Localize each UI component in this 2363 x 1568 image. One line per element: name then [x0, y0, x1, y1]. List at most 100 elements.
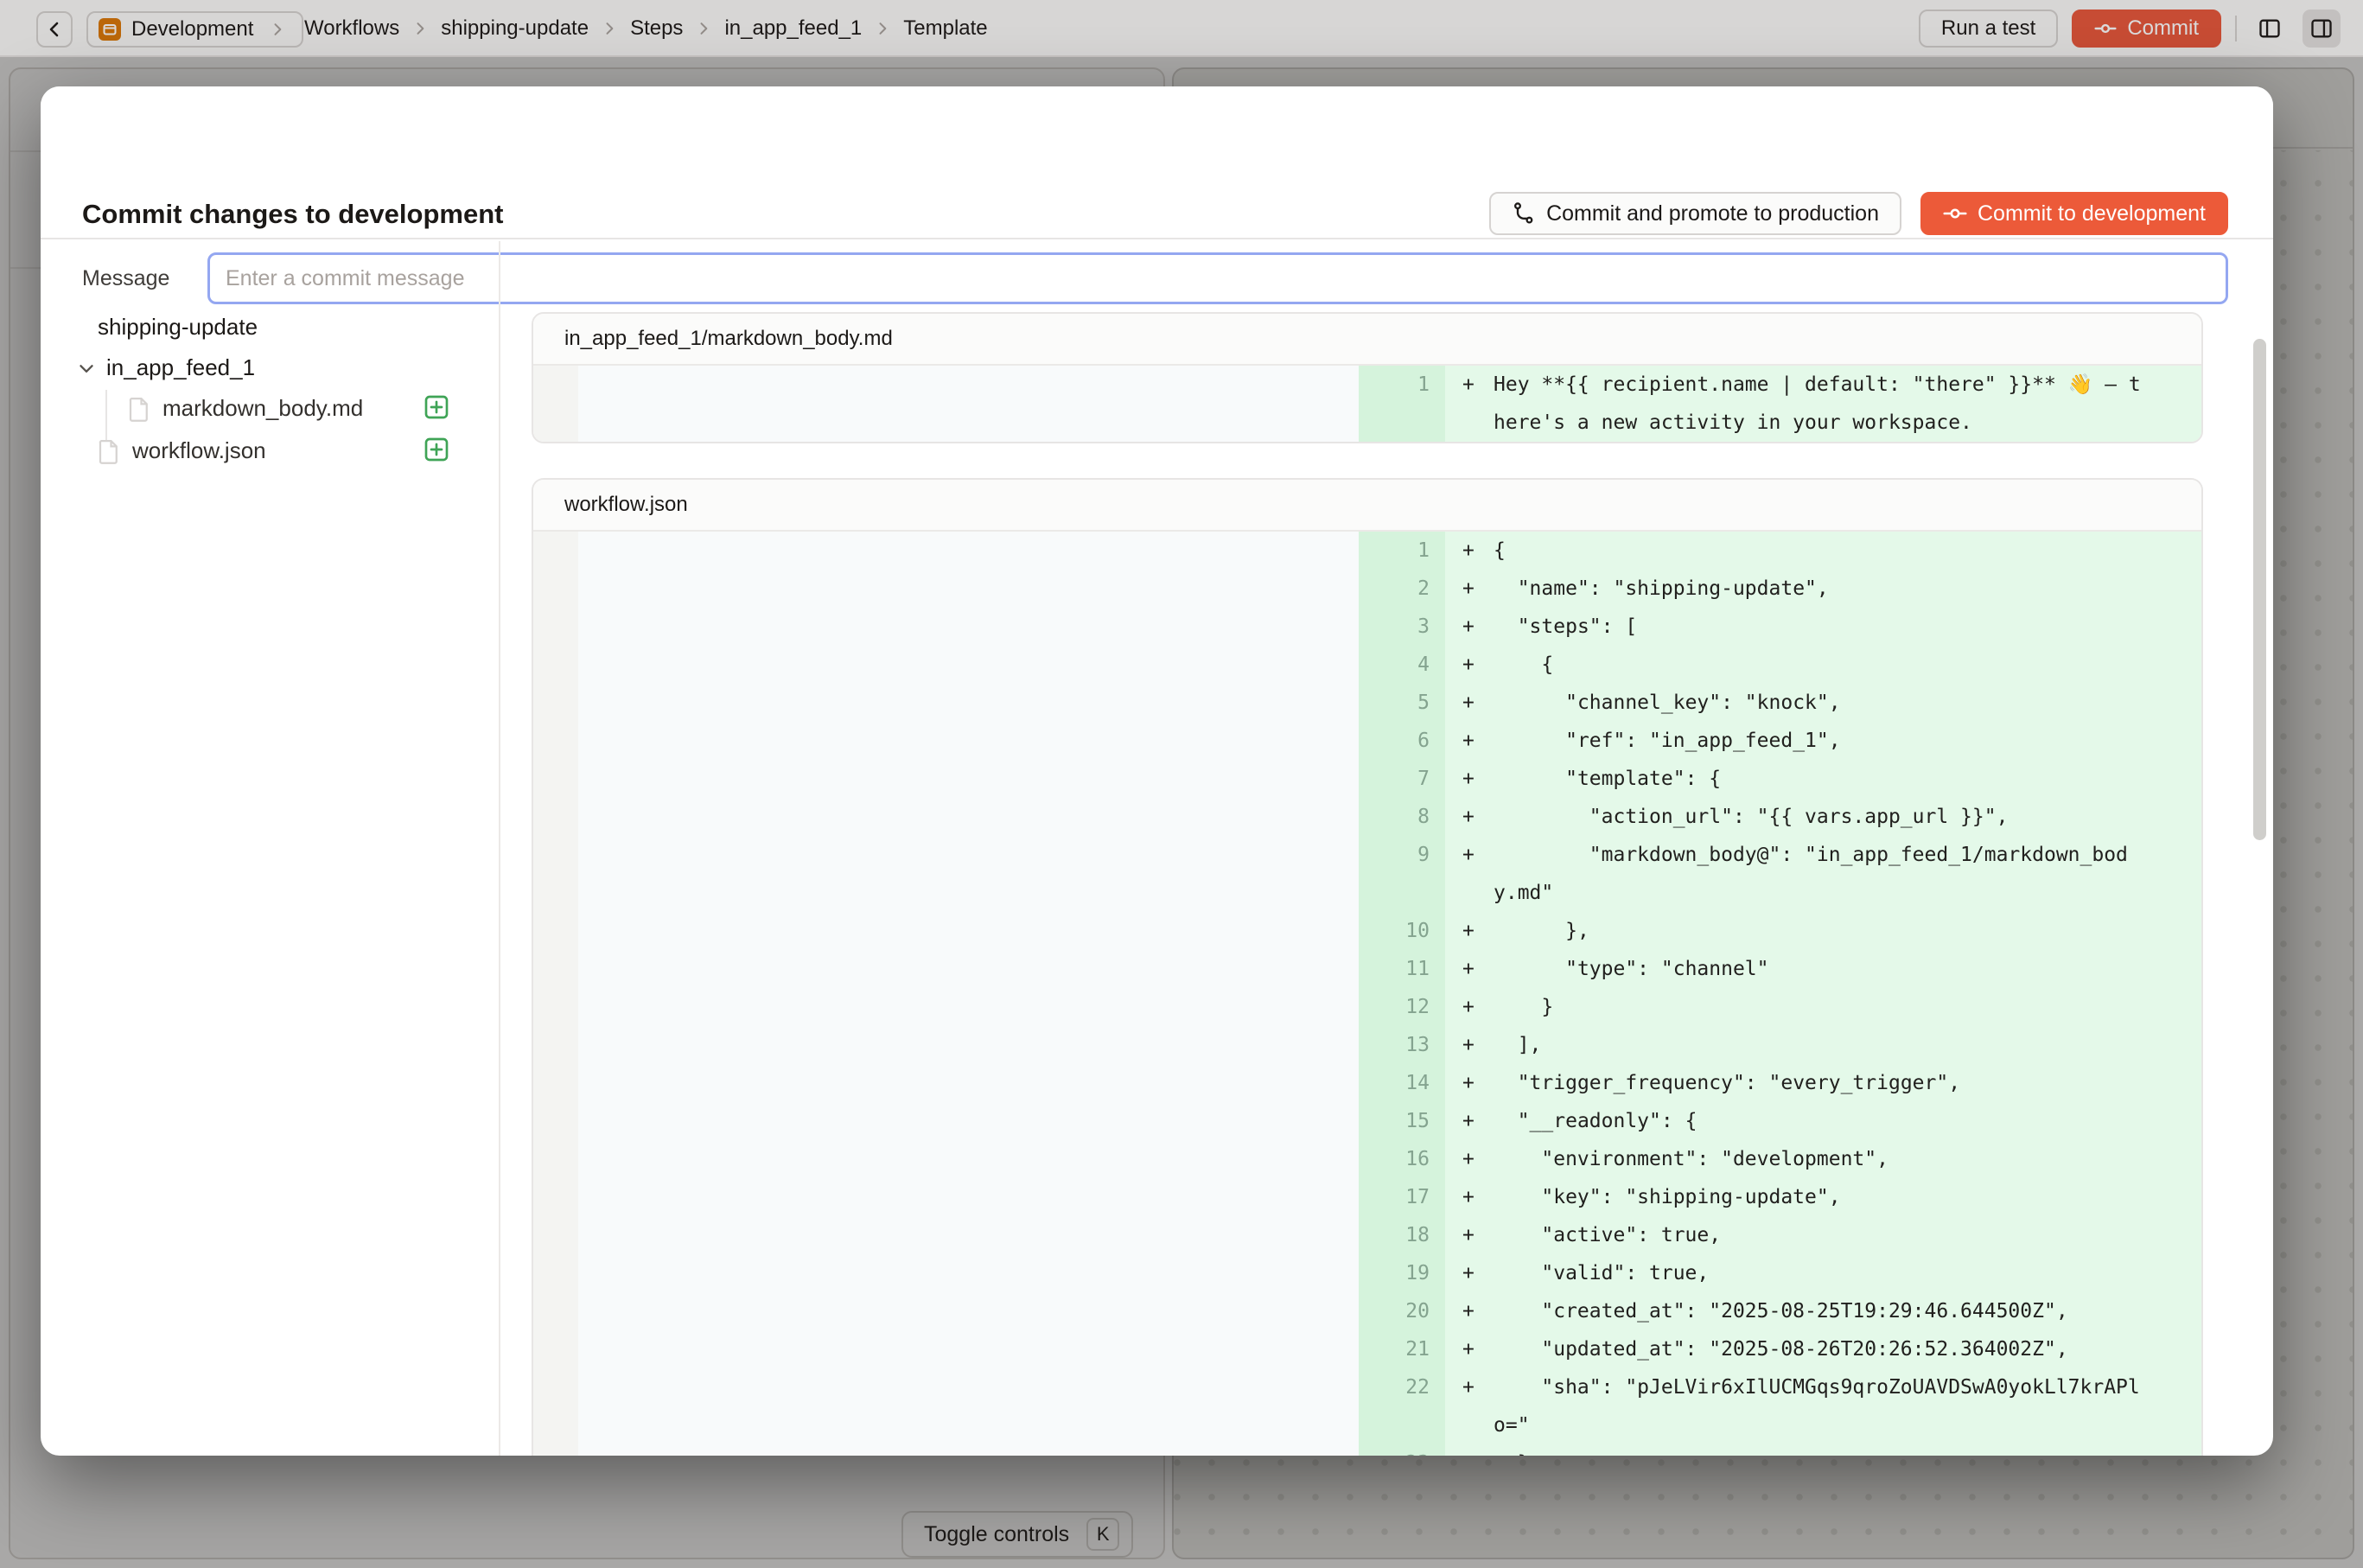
added-line: + {	[1445, 646, 2201, 684]
old-line-gutter	[533, 1368, 578, 1444]
old-line-gutter	[533, 1254, 578, 1292]
code-text: {	[1494, 646, 2150, 684]
added-line: +{	[1445, 532, 2201, 570]
old-line-gutter	[533, 836, 578, 912]
code-text: },	[1494, 912, 2150, 950]
code-text: "environment": "development",	[1494, 1140, 2150, 1178]
tree-item-step-folder[interactable]: in_app_feed_1	[75, 354, 255, 381]
diff-add-marker: +	[1445, 722, 1494, 760]
old-line-body	[578, 722, 1359, 760]
old-line-body	[578, 950, 1359, 988]
line-number: 20	[1359, 1292, 1445, 1330]
diff-line: 7+ "template": {	[533, 760, 2201, 798]
tree-item-workflow-json[interactable]: workflow.json	[98, 437, 266, 464]
tree-item-workflow-root[interactable]: shipping-update	[98, 314, 258, 341]
commit-and-promote-button[interactable]: Commit and promote to production	[1489, 192, 1901, 235]
old-line-body	[578, 608, 1359, 646]
vertical-scrollbar[interactable]	[2253, 339, 2266, 840]
line-number: 1	[1359, 366, 1445, 442]
old-line-gutter	[533, 988, 578, 1026]
added-file-icon	[423, 436, 450, 463]
old-line-body	[578, 684, 1359, 722]
line-number: 14	[1359, 1064, 1445, 1102]
code-text: "valid": true,	[1494, 1254, 2150, 1292]
old-line-body	[578, 532, 1359, 570]
diff-add-marker: +	[1445, 950, 1494, 988]
code-text: "created_at": "2025-08-25T19:29:46.64450…	[1494, 1292, 2150, 1330]
added-line: + }	[1445, 1444, 2201, 1456]
old-line-gutter	[533, 1216, 578, 1254]
old-line-body	[578, 1254, 1359, 1292]
old-line-gutter	[533, 798, 578, 836]
code-text: "markdown_body@": "in_app_feed_1/markdow…	[1494, 836, 2150, 912]
diff-add-marker: +	[1445, 532, 1494, 570]
added-line: + "markdown_body@": "in_app_feed_1/markd…	[1445, 836, 2201, 912]
diff-line: 4+ {	[533, 646, 2201, 684]
diff-file-header: workflow.json	[533, 480, 2201, 532]
diff-add-marker: +	[1445, 836, 1494, 912]
line-number: 1	[1359, 532, 1445, 570]
chevron-down-icon[interactable]	[75, 357, 98, 379]
old-line-body	[578, 1216, 1359, 1254]
diff-line: 6+ "ref": "in_app_feed_1",	[533, 722, 2201, 760]
diff-line: 19+ "valid": true,	[533, 1254, 2201, 1292]
diff-line: 13+ ],	[533, 1026, 2201, 1064]
code-text: "__readonly": {	[1494, 1102, 2150, 1140]
code-text: "action_url": "{{ vars.app_url }}",	[1494, 798, 2150, 836]
old-line-gutter	[533, 950, 578, 988]
code-text: "type": "channel"	[1494, 950, 2150, 988]
old-line-gutter	[533, 1444, 578, 1456]
tree-item-markdown-body[interactable]: markdown_body.md	[128, 395, 363, 422]
code-text: "trigger_frequency": "every_trigger",	[1494, 1064, 2150, 1102]
line-number: 9	[1359, 836, 1445, 912]
commit-icon	[1943, 201, 1967, 226]
overlay-dim-topbar	[0, 0, 2363, 57]
line-number: 10	[1359, 912, 1445, 950]
old-line-body	[578, 836, 1359, 912]
diff-line: 9+ "markdown_body@": "in_app_feed_1/mark…	[533, 836, 2201, 912]
diff-line: 17+ "key": "shipping-update",	[533, 1178, 2201, 1216]
diff-line: 23+ }	[533, 1444, 2201, 1456]
diff-line: 12+ }	[533, 988, 2201, 1026]
diff-add-marker: +	[1445, 1368, 1494, 1444]
diff-add-marker: +	[1445, 1064, 1494, 1102]
line-number: 13	[1359, 1026, 1445, 1064]
old-line-body	[578, 570, 1359, 608]
line-number: 15	[1359, 1102, 1445, 1140]
diff-add-marker: +	[1445, 608, 1494, 646]
old-line-body	[578, 988, 1359, 1026]
added-line: + "template": {	[1445, 760, 2201, 798]
diff-add-marker: +	[1445, 988, 1494, 1026]
old-line-body	[578, 912, 1359, 950]
code-text: "template": {	[1494, 760, 2150, 798]
old-line-body	[578, 1368, 1359, 1444]
old-line-body	[578, 1178, 1359, 1216]
old-line-body	[578, 798, 1359, 836]
old-line-body	[578, 1064, 1359, 1102]
code-text: "channel_key": "knock",	[1494, 684, 2150, 722]
commit-to-development-button[interactable]: Commit to development	[1920, 192, 2228, 235]
commit-modal: Commit changes to development Commit and…	[41, 86, 2273, 1456]
old-line-body	[578, 760, 1359, 798]
code-text: ],	[1494, 1026, 2150, 1064]
line-number: 17	[1359, 1178, 1445, 1216]
line-number: 18	[1359, 1216, 1445, 1254]
diff-line: 20+ "created_at": "2025-08-25T19:29:46.6…	[533, 1292, 2201, 1330]
diff-add-marker: +	[1445, 1216, 1494, 1254]
added-line: + }	[1445, 988, 2201, 1026]
old-line-gutter	[533, 366, 578, 442]
code-text: }	[1494, 988, 2150, 1026]
code-text: Hey **{{ recipient.name | default: "ther…	[1494, 366, 2150, 442]
diff-line: 16+ "environment": "development",	[533, 1140, 2201, 1178]
old-line-gutter	[533, 1026, 578, 1064]
added-line: + ],	[1445, 1026, 2201, 1064]
added-line: + "type": "channel"	[1445, 950, 2201, 988]
code-text: "sha": "pJeLVir6xIlUCMGqs9qroZoUAVDSwA0y…	[1494, 1368, 2150, 1444]
old-line-gutter	[533, 1330, 578, 1368]
line-number: 16	[1359, 1140, 1445, 1178]
line-number: 21	[1359, 1330, 1445, 1368]
code-text: "updated_at": "2025-08-26T20:26:52.36400…	[1494, 1330, 2150, 1368]
diff-add-marker: +	[1445, 798, 1494, 836]
line-number: 12	[1359, 988, 1445, 1026]
diff-add-marker: +	[1445, 684, 1494, 722]
